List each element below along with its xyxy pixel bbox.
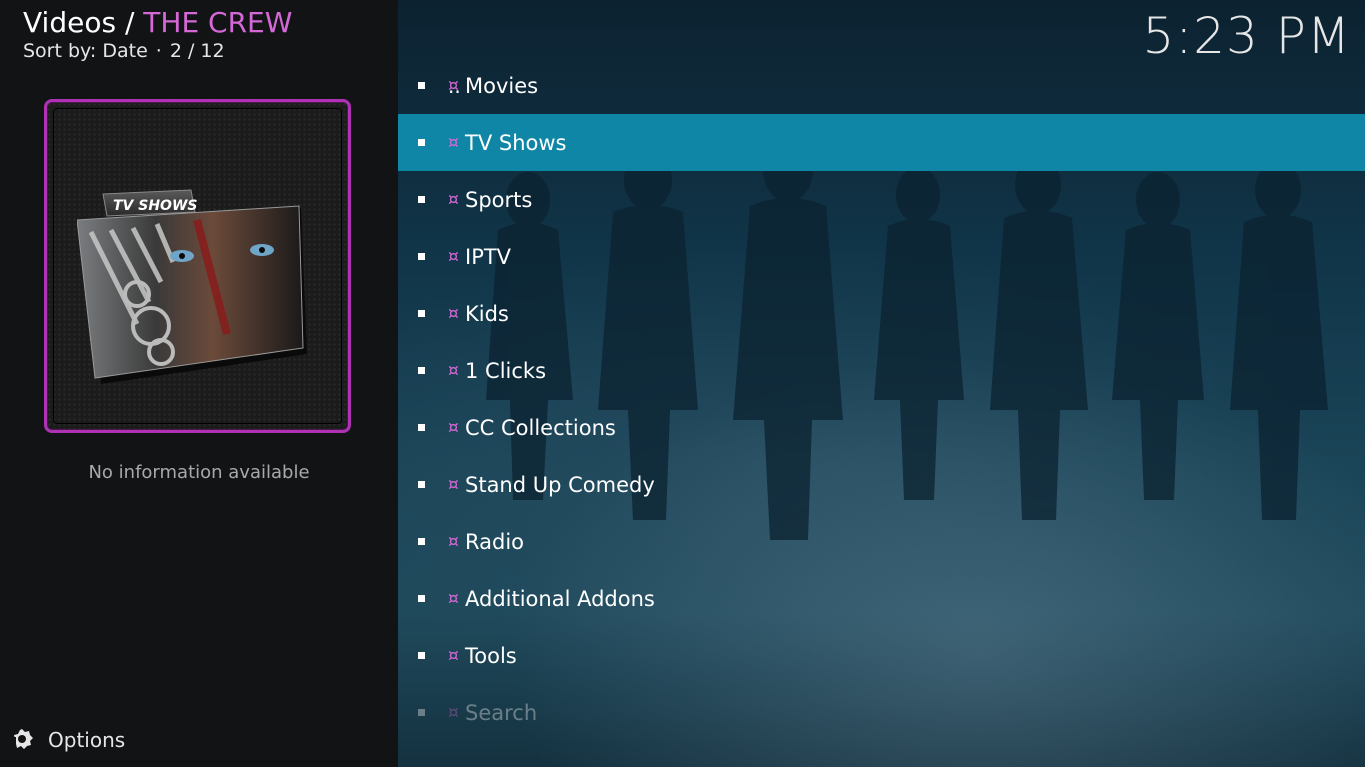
list-bullet [418,595,425,602]
list-bullet [418,253,425,260]
list-bullet [418,196,425,203]
options-gear-icon [9,729,33,749]
list-bullet [418,424,425,431]
list-item-label: Kids [465,301,509,326]
list-item-1-clicks[interactable]: ¤ 1 Clicks [398,342,1365,399]
info-panel: Videos / THE CREW Sort by: Date · 2 / 12 [0,0,398,767]
sort-info: Sort by: Date · 2 / 12 [23,38,225,64]
list-marker: ¤ [448,702,459,723]
list-marker: ¤ [448,75,459,96]
list-marker: ¤ [448,417,459,438]
item-thumbnail: TV SHOWS [44,99,351,433]
list-bullet [418,538,425,545]
list-item-movies[interactable]: ¤ Movies [398,57,1365,114]
list-item-label: Additional Addons [465,586,655,611]
list-item-kids[interactable]: ¤ Kids [398,285,1365,342]
sort-separator-dot: · [155,40,162,62]
list-marker: ¤ [448,645,459,666]
list-bullet [418,709,425,716]
list-item-tv-shows[interactable]: ¤ TV Shows [398,114,1365,171]
kodi-screen: Videos / THE CREW Sort by: Date · 2 / 12 [0,0,1365,767]
list-item-label: Tools [465,643,517,668]
list-item-label: Sports [465,187,533,212]
list-item-label: Movies [465,73,539,98]
list-bullet [418,652,425,659]
addon-title: THE CREW [143,6,293,39]
list-marker: ¤ [448,132,459,153]
list-item-label: TV Shows [465,130,567,155]
list-marker: ¤ [448,588,459,609]
list-item-sports[interactable]: ¤ Sports [398,171,1365,228]
list-item-label: CC Collections [465,415,616,440]
breadcrumb-separator: / [116,6,144,39]
list-bullet [418,310,425,317]
list-item-search[interactable]: ¤ Search [398,684,1365,741]
list-item-cc-collections[interactable]: ¤ CC Collections [398,399,1365,456]
tv-shows-badge: TV SHOWS [113,198,198,214]
list-item-label: Radio [465,529,525,554]
list-marker: ¤ [448,474,459,495]
options-label: Options [48,728,126,752]
list-marker: ¤ [448,360,459,381]
list-marker: ¤ [448,531,459,552]
no-information-text: No information available [88,462,310,483]
section-title: Videos [23,6,117,39]
options-button[interactable]: Options [9,727,125,753]
menu-list: ¤ Movies ¤ TV Shows ¤ Sports ¤ IPTV ¤ Ki… [398,57,1365,741]
page-title: Videos / THE CREW [23,6,292,40]
list-item-tools[interactable]: ¤ Tools [398,627,1365,684]
list-bullet [418,481,425,488]
tv-shows-folder-icon: TV SHOWS [77,189,307,384]
list-item-label: Stand Up Comedy [465,472,655,497]
list-item-iptv[interactable]: ¤ IPTV [398,228,1365,285]
list-bullet [418,82,425,89]
list-marker: ¤ [448,246,459,267]
list-item-stand-up-comedy[interactable]: ¤ Stand Up Comedy [398,456,1365,513]
list-item-label: Search [465,700,538,725]
list-item-label: IPTV [465,244,512,269]
list-bullet [418,139,425,146]
list-marker: ¤ [448,189,459,210]
sort-label: Sort by: Date [23,40,148,62]
item-position: 2 / 12 [169,40,225,62]
list-item-radio[interactable]: ¤ Radio [398,513,1365,570]
list-marker: ¤ [448,303,459,324]
list-item-additional-addons[interactable]: ¤ Additional Addons [398,570,1365,627]
list-bullet [418,367,425,374]
list-panel: 5:23 PM .. ¤ Movies ¤ TV Shows ¤ Sports … [398,0,1365,767]
list-item-label: 1 Clicks [465,358,547,383]
